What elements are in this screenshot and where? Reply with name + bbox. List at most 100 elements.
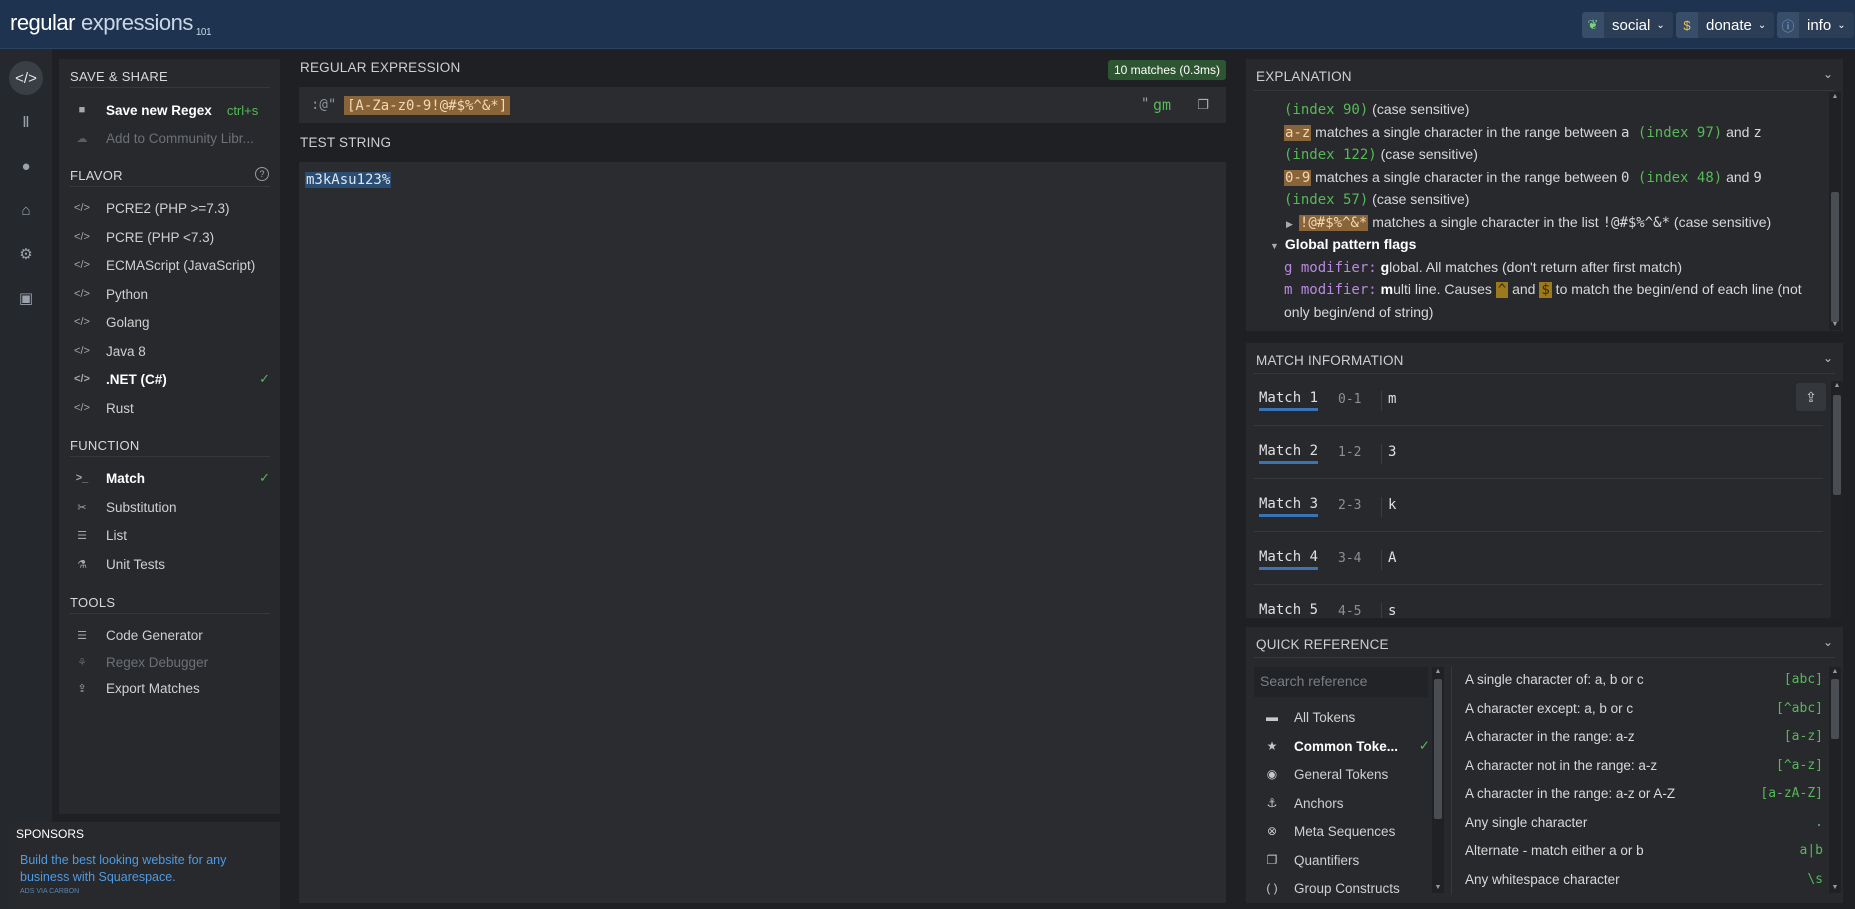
qr-row[interactable]: A single character of: a, b or c [abc] <box>1465 667 1823 691</box>
match-row[interactable]: Match 5 4-5 s <box>1254 585 1823 618</box>
divider <box>1254 657 1835 658</box>
collapse-arrow-icon[interactable]: ▼ <box>1270 241 1279 251</box>
regex-flags[interactable]: gm <box>1153 96 1171 114</box>
save-shortcut: ctrl+s <box>226 102 259 118</box>
category-label: All Tokens <box>1294 709 1356 725</box>
match-name: Match 5 <box>1259 602 1318 618</box>
qr-category-common-tokens[interactable]: ★ Common Toke... ✓ <box>1254 734 1430 758</box>
quantifier-icon: ❐ <box>1266 853 1278 867</box>
anchor-icon: ⚓ <box>1266 796 1278 810</box>
export-matches-button[interactable]: ⇪ Export Matches <box>70 676 270 700</box>
explanation-line: ▶ !@#$%^&* matches a single character in … <box>1286 214 1772 231</box>
scroll-thumb[interactable] <box>1434 679 1442 819</box>
qr-row[interactable]: A character in the range: a-z or A-Z [a-z… <box>1465 781 1823 805</box>
info-button[interactable]: ⓘ info ⌄ <box>1777 12 1854 38</box>
explanation-scrollbar[interactable]: ▲ ▼ <box>1829 92 1841 330</box>
flavor-item-golang[interactable]: </> Golang <box>70 310 270 334</box>
scroll-up-icon[interactable]: ▲ <box>1831 381 1843 391</box>
qr-category-quantifiers[interactable]: ❐ Quantifiers <box>1254 848 1414 872</box>
category-scrollbar[interactable]: ▲ ▼ <box>1432 667 1444 893</box>
match-row[interactable]: Match 1 0-1 m <box>1254 373 1823 426</box>
match-information-panel: MATCH INFORMATION ⌄ ⇪ Match 1 0-1 m Matc… <box>1246 343 1843 618</box>
scroll-up-icon[interactable]: ▲ <box>1829 92 1841 102</box>
match-row[interactable]: Match 2 1-2 3 <box>1254 426 1823 479</box>
qr-category-general-tokens[interactable]: ◉ General Tokens <box>1254 762 1414 786</box>
scroll-thumb[interactable] <box>1831 192 1839 322</box>
qr-row[interactable]: A character not in the range: a-z [^a-z] <box>1465 753 1823 777</box>
match-scrollbar[interactable]: ▲ <box>1831 381 1843 618</box>
chevron-down-icon[interactable]: ⌄ <box>1823 67 1833 81</box>
function-item-unit-tests[interactable]: ⚗ Unit Tests <box>70 552 270 576</box>
add-to-community-button[interactable]: ☁ Add to Community Libr... <box>70 126 270 150</box>
chevron-down-icon[interactable]: ⌄ <box>1823 351 1833 365</box>
qr-category-all-tokens[interactable]: ▬ All Tokens <box>1254 705 1414 729</box>
qr-token: [abc] <box>1783 671 1823 687</box>
qr-category-meta-sequences[interactable]: ⊗ Meta Sequences <box>1254 819 1414 843</box>
flavor-item-rust[interactable]: </> Rust <box>70 396 270 420</box>
test-string-input[interactable]: m3kAsu123% <box>299 162 1226 903</box>
regex-editor-icon[interactable]: </> <box>9 61 43 95</box>
library-icon[interactable]: Ⅱ <box>9 105 43 139</box>
sponsor-ad-link[interactable]: Build the best looking website for any b… <box>20 852 250 886</box>
qr-token: . <box>1815 814 1823 830</box>
function-item-match[interactable]: >_ Match ✓ <box>70 466 270 490</box>
scroll-thumb[interactable] <box>1833 395 1841 495</box>
star-icon: ★ <box>1266 739 1278 753</box>
flavor-item-java[interactable]: </> Java 8 <box>70 339 270 363</box>
scissors-icon: ✂ <box>77 501 87 514</box>
qr-row[interactable]: A character except: a, b or c [^abc] <box>1465 696 1823 720</box>
donate-button[interactable]: $ donate ⌄ <box>1676 12 1775 38</box>
flavor-item-dotnet[interactable]: </> .NET (C#) ✓ <box>70 367 270 391</box>
reference-scrollbar[interactable]: ▲ ▼ <box>1829 667 1841 893</box>
social-button[interactable]: ❦ social ⌄ <box>1582 12 1673 38</box>
expand-arrow-icon[interactable]: ▶ <box>1286 219 1293 229</box>
help-circle-icon[interactable]: ? <box>255 167 269 181</box>
qr-description: Alternate - match either a or b <box>1465 842 1644 858</box>
qr-category-group-constructs[interactable]: ( ) Group Constructs <box>1254 876 1414 900</box>
qr-token: [^a-z] <box>1776 757 1823 773</box>
function-item-list[interactable]: ☰ List <box>70 523 270 547</box>
regex-debugger-button[interactable]: ⚘ Regex Debugger <box>70 650 270 674</box>
scroll-down-icon[interactable]: ▼ <box>1829 883 1841 893</box>
social-label: social <box>1612 16 1651 34</box>
qr-row[interactable]: Alternate - match either a or b a|b <box>1465 838 1823 862</box>
logo[interactable]: regular expressions 101 <box>10 10 212 38</box>
test-string-value[interactable]: m3kAsu123% <box>305 172 392 188</box>
search-reference-input[interactable]: Search reference <box>1254 667 1428 697</box>
function-item-substitution[interactable]: ✂ Substitution <box>70 495 270 519</box>
chat-icon[interactable]: ▣ <box>9 281 43 315</box>
qr-row[interactable]: A character in the range: a-z [a-z] <box>1465 724 1823 748</box>
code-generator-button[interactable]: ☰ Code Generator <box>70 623 270 647</box>
ads-via-carbon[interactable]: ADS VIA CARBON <box>20 888 79 895</box>
regex-input[interactable]: :@" [A-Za-z0-9!@#$%^&*] " gm ❐ <box>299 87 1226 123</box>
regex-delimiter[interactable]: :@" <box>311 97 336 113</box>
account-icon[interactable]: ● <box>9 149 43 183</box>
flavor-label: Java 8 <box>106 343 146 359</box>
parentheses-icon: ( ) <box>1266 881 1278 895</box>
flavor-item-ecmascript[interactable]: </> ECMAScript (JavaScript) <box>70 253 270 277</box>
qr-row[interactable]: Any whitespace character \s <box>1465 867 1823 891</box>
flavor-item-pcre2[interactable]: </> PCRE2 (PHP >=7.3) <box>70 196 270 220</box>
flavor-item-pcre[interactable]: </> PCRE (PHP <7.3) <box>70 225 270 249</box>
match-row[interactable]: Match 3 2-3 k <box>1254 479 1823 532</box>
copy-icon[interactable]: ❐ <box>1194 96 1212 114</box>
save-regex-button[interactable]: ■ Save new Regex ctrl+s <box>70 98 270 122</box>
tokens-icon: ▬ <box>1266 710 1278 724</box>
scroll-up-icon[interactable]: ▲ <box>1432 667 1444 677</box>
scroll-down-icon[interactable]: ▼ <box>1432 883 1444 893</box>
scroll-down-icon[interactable]: ▼ <box>1829 320 1841 330</box>
regex-pattern[interactable]: [A-Za-z0-9!@#$%^&*] <box>344 96 511 115</box>
match-name: Match 4 <box>1259 549 1319 570</box>
category-label: Quantifiers <box>1294 852 1360 868</box>
divider <box>70 613 270 614</box>
match-value: 3 <box>1381 444 1396 464</box>
flavor-item-python[interactable]: </> Python <box>70 282 270 306</box>
chevron-down-icon[interactable]: ⌄ <box>1823 635 1833 649</box>
settings-icon[interactable]: ⚙ <box>9 237 43 271</box>
scroll-thumb[interactable] <box>1831 679 1839 739</box>
quiz-icon[interactable]: ⌂ <box>9 193 43 227</box>
match-row[interactable]: Match 4 3-4 A <box>1254 532 1823 585</box>
scroll-up-icon[interactable]: ▲ <box>1829 667 1841 677</box>
qr-category-anchors[interactable]: ⚓ Anchors <box>1254 791 1414 815</box>
qr-row[interactable]: Any single character. <box>1465 810 1823 834</box>
